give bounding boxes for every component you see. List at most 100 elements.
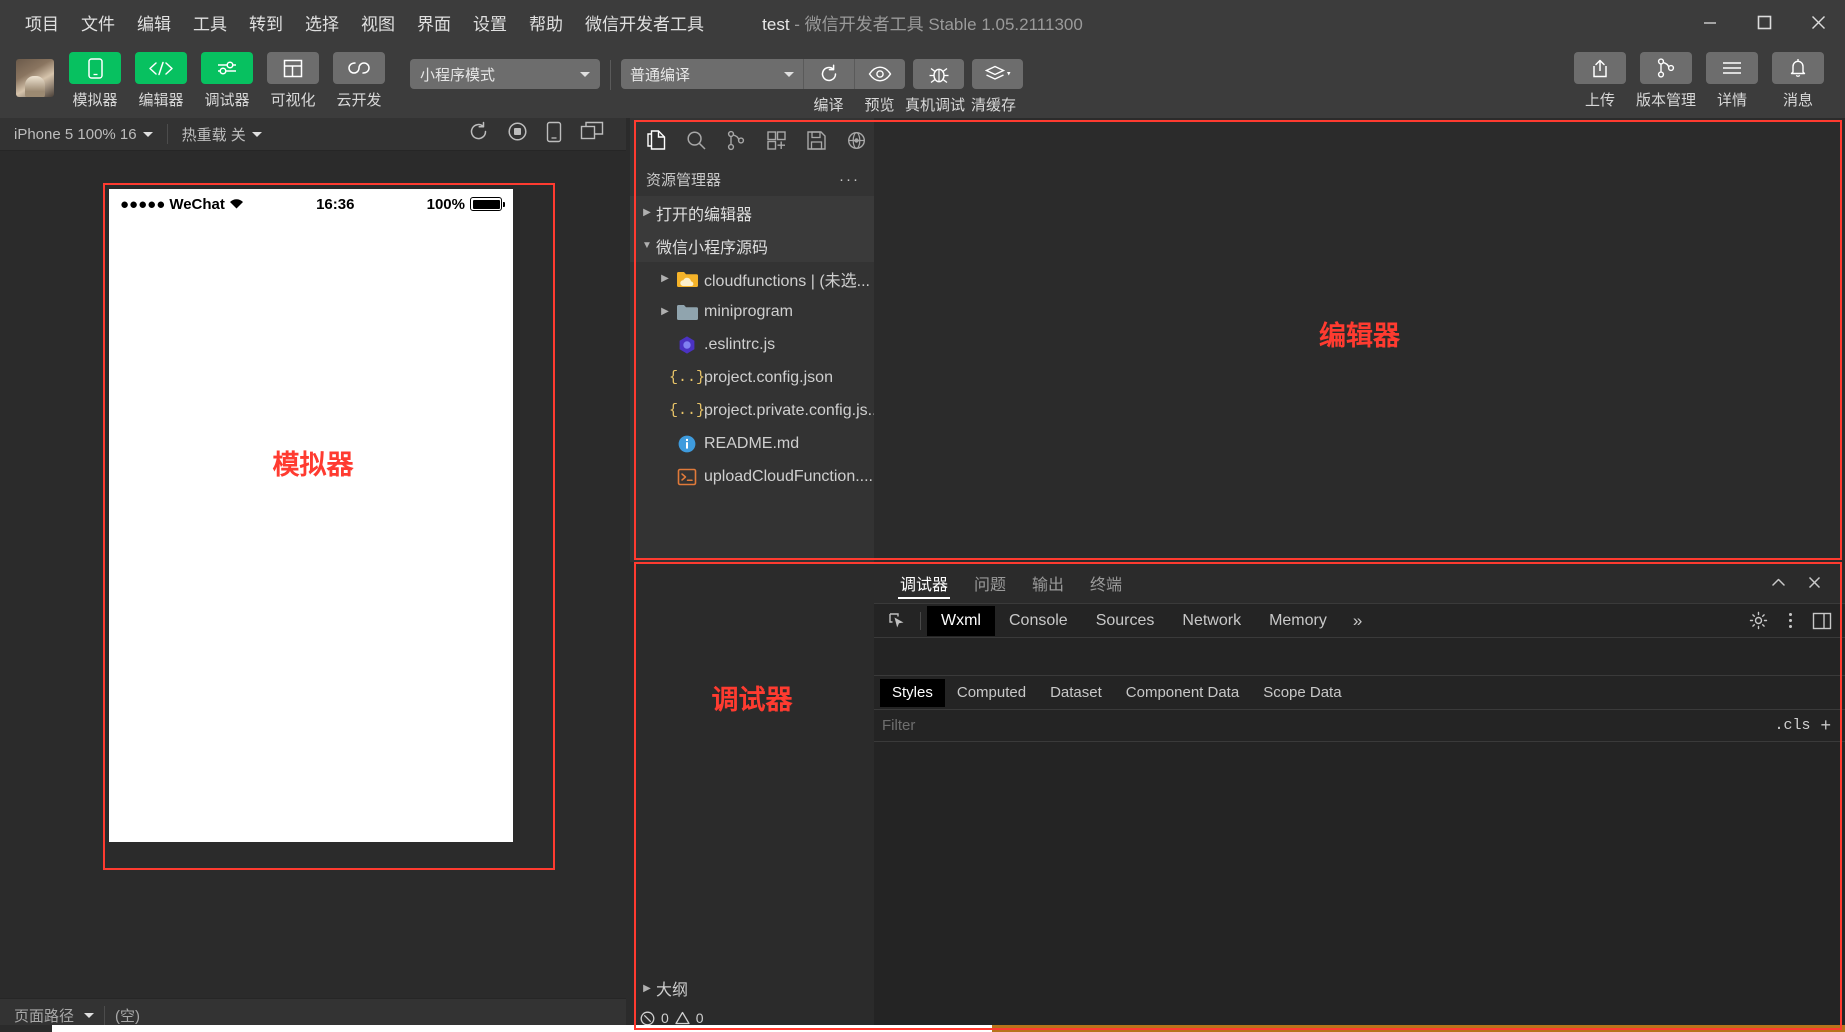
tree-section-source[interactable]: ▼ 微信小程序源码: [630, 229, 874, 262]
version-control-label: 版本管理: [1636, 92, 1697, 109]
devtools-more-tabs-button[interactable]: »: [1341, 611, 1374, 631]
menu-devtools[interactable]: 微信开发者工具: [574, 6, 715, 39]
subtab-scope-data[interactable]: Scope Data: [1251, 679, 1353, 707]
tree-item-cloudfunctions[interactable]: ▶ cloudfunctions | (未选...: [630, 262, 874, 295]
menu-help[interactable]: 帮助: [518, 6, 574, 39]
explorer-more-button[interactable]: ···: [839, 171, 860, 188]
gear-icon[interactable]: [1743, 606, 1773, 636]
tree-item-miniprogram[interactable]: ▶ miniprogram: [630, 295, 874, 328]
subtab-dataset[interactable]: Dataset: [1038, 679, 1114, 707]
simulator-device-button[interactable]: [546, 121, 562, 147]
simulator-pane: iPhone 5 100% 16 热重载 关 ●●●●● WeChat 16:3…: [0, 118, 626, 1032]
clear-cache-button[interactable]: [972, 59, 1023, 89]
kebab-icon[interactable]: [1775, 606, 1805, 636]
page-path-label[interactable]: 页面路径: [14, 1005, 74, 1026]
tab-terminal[interactable]: 终端: [1078, 562, 1134, 604]
messages-label: 消息: [1782, 92, 1813, 109]
editor-content-area[interactable]: 编辑器: [874, 118, 1845, 562]
devtools-tab-console[interactable]: Console: [995, 606, 1082, 636]
wifi-icon: [229, 198, 244, 210]
menu-select[interactable]: 选择: [294, 6, 350, 39]
chevron-right-icon[interactable]: ▶: [656, 306, 674, 317]
editor-toggle-button[interactable]: 编辑器: [132, 52, 190, 110]
chevron-up-icon[interactable]: [1763, 568, 1793, 598]
visual-toggle-button[interactable]: 可视化: [264, 52, 322, 110]
debugger-toggle-button[interactable]: 调试器: [198, 52, 256, 110]
chevron-down-icon: [580, 71, 590, 77]
simulator-toggle-button[interactable]: 模拟器: [66, 52, 124, 110]
tab-output[interactable]: 输出: [1020, 562, 1076, 604]
info-icon: [674, 434, 700, 454]
cloud-toggle-button[interactable]: 云开发: [330, 52, 388, 110]
menu-ui[interactable]: 界面: [406, 6, 462, 39]
mode-select[interactable]: 小程序模式: [410, 59, 600, 89]
save-all-icon[interactable]: [798, 122, 834, 158]
panel-toggle-group: 模拟器 编辑器 调试器 可视化 云开发: [66, 52, 388, 110]
menu-view[interactable]: 视图: [350, 6, 406, 39]
editor-section: 资源管理器 ··· ▶ 打开的编辑器 ▼ 微信小程序源码 ▶ cloudfunc…: [630, 118, 1845, 562]
menu-settings[interactable]: 设置: [462, 6, 518, 39]
simulator-refresh-button[interactable]: [468, 121, 489, 147]
devtools-tab-network[interactable]: Network: [1168, 606, 1255, 636]
devtools-tab-sources[interactable]: Sources: [1082, 606, 1169, 636]
device-select[interactable]: iPhone 5 100% 16: [0, 118, 167, 151]
simulator-stop-button[interactable]: [507, 121, 528, 147]
devtools-tab-memory[interactable]: Memory: [1255, 606, 1341, 636]
details-button[interactable]: 详情: [1703, 52, 1761, 110]
styles-filter-input[interactable]: [882, 717, 1765, 734]
messages-button[interactable]: 消息: [1769, 52, 1827, 110]
compile-button[interactable]: [803, 59, 854, 89]
add-rule-button[interactable]: +: [1820, 715, 1837, 736]
refresh-icon: [470, 121, 487, 140]
subtab-component-data[interactable]: Component Data: [1114, 679, 1251, 707]
device-icon: [546, 121, 562, 143]
tree-item-readme[interactable]: README.md: [630, 427, 874, 460]
compile-row: 普通编译: [621, 59, 1023, 89]
source-control-icon[interactable]: [718, 122, 754, 158]
hotreload-select[interactable]: 热重载 关: [168, 118, 276, 151]
battery-icon: [470, 197, 505, 211]
chevron-down-icon[interactable]: [84, 1013, 95, 1018]
close-button[interactable]: [1791, 0, 1845, 45]
tree-item-project-private-config[interactable]: {..} project.private.config.js...: [630, 394, 874, 427]
outline-section[interactable]: ▶ 大纲: [630, 972, 874, 1004]
tree-item-project-config[interactable]: {..} project.config.json: [630, 361, 874, 394]
avatar[interactable]: [16, 59, 54, 97]
maximize-button[interactable]: [1737, 0, 1791, 45]
editor-toggle-label: 编辑器: [138, 92, 184, 109]
warning-count: 0: [695, 1010, 704, 1026]
extensions-icon[interactable]: [758, 122, 794, 158]
explorer-title: 资源管理器: [646, 171, 722, 189]
simulator-multiscreen-button[interactable]: [580, 121, 604, 147]
subtab-styles[interactable]: Styles: [880, 678, 945, 707]
inspect-icon[interactable]: [880, 606, 914, 636]
menu-goto[interactable]: 转到: [238, 6, 294, 39]
cls-button[interactable]: .cls: [1764, 717, 1820, 734]
preview-button[interactable]: [854, 59, 905, 89]
menu-file[interactable]: 文件: [70, 6, 126, 39]
upload-button[interactable]: 上传: [1571, 52, 1629, 110]
compile-select[interactable]: 普通编译: [621, 59, 803, 89]
version-control-button[interactable]: 版本管理: [1636, 52, 1697, 110]
menu-tools[interactable]: 工具: [182, 6, 238, 39]
menu-project[interactable]: 项目: [14, 6, 70, 39]
tree-item-eslintrc[interactable]: .eslintrc.js: [630, 328, 874, 361]
tree-section-open-editors[interactable]: ▶ 打开的编辑器: [630, 196, 874, 229]
files-icon[interactable]: [638, 122, 674, 158]
minimize-button[interactable]: [1683, 0, 1737, 45]
phone-screen[interactable]: ●●●●● WeChat 16:36 100%: [109, 189, 513, 842]
cloud-debug-icon[interactable]: [838, 122, 874, 158]
search-icon[interactable]: [678, 122, 714, 158]
dock-icon[interactable]: [1807, 606, 1837, 636]
devtools-tab-wxml[interactable]: Wxml: [927, 605, 995, 636]
subtab-computed[interactable]: Computed: [945, 679, 1038, 707]
chevron-right-icon[interactable]: ▶: [656, 273, 674, 284]
tab-debugger[interactable]: 调试器: [888, 562, 960, 604]
tab-problems[interactable]: 问题: [962, 562, 1018, 604]
realdevice-debug-button[interactable]: [913, 59, 964, 89]
devtools-tree-area[interactable]: [874, 638, 1845, 676]
menu-edit[interactable]: 编辑: [126, 6, 182, 39]
tree-item-uploadcloudfunction[interactable]: uploadCloudFunction....: [630, 460, 874, 493]
styles-content-area[interactable]: [874, 742, 1845, 1032]
close-icon[interactable]: [1799, 568, 1829, 598]
